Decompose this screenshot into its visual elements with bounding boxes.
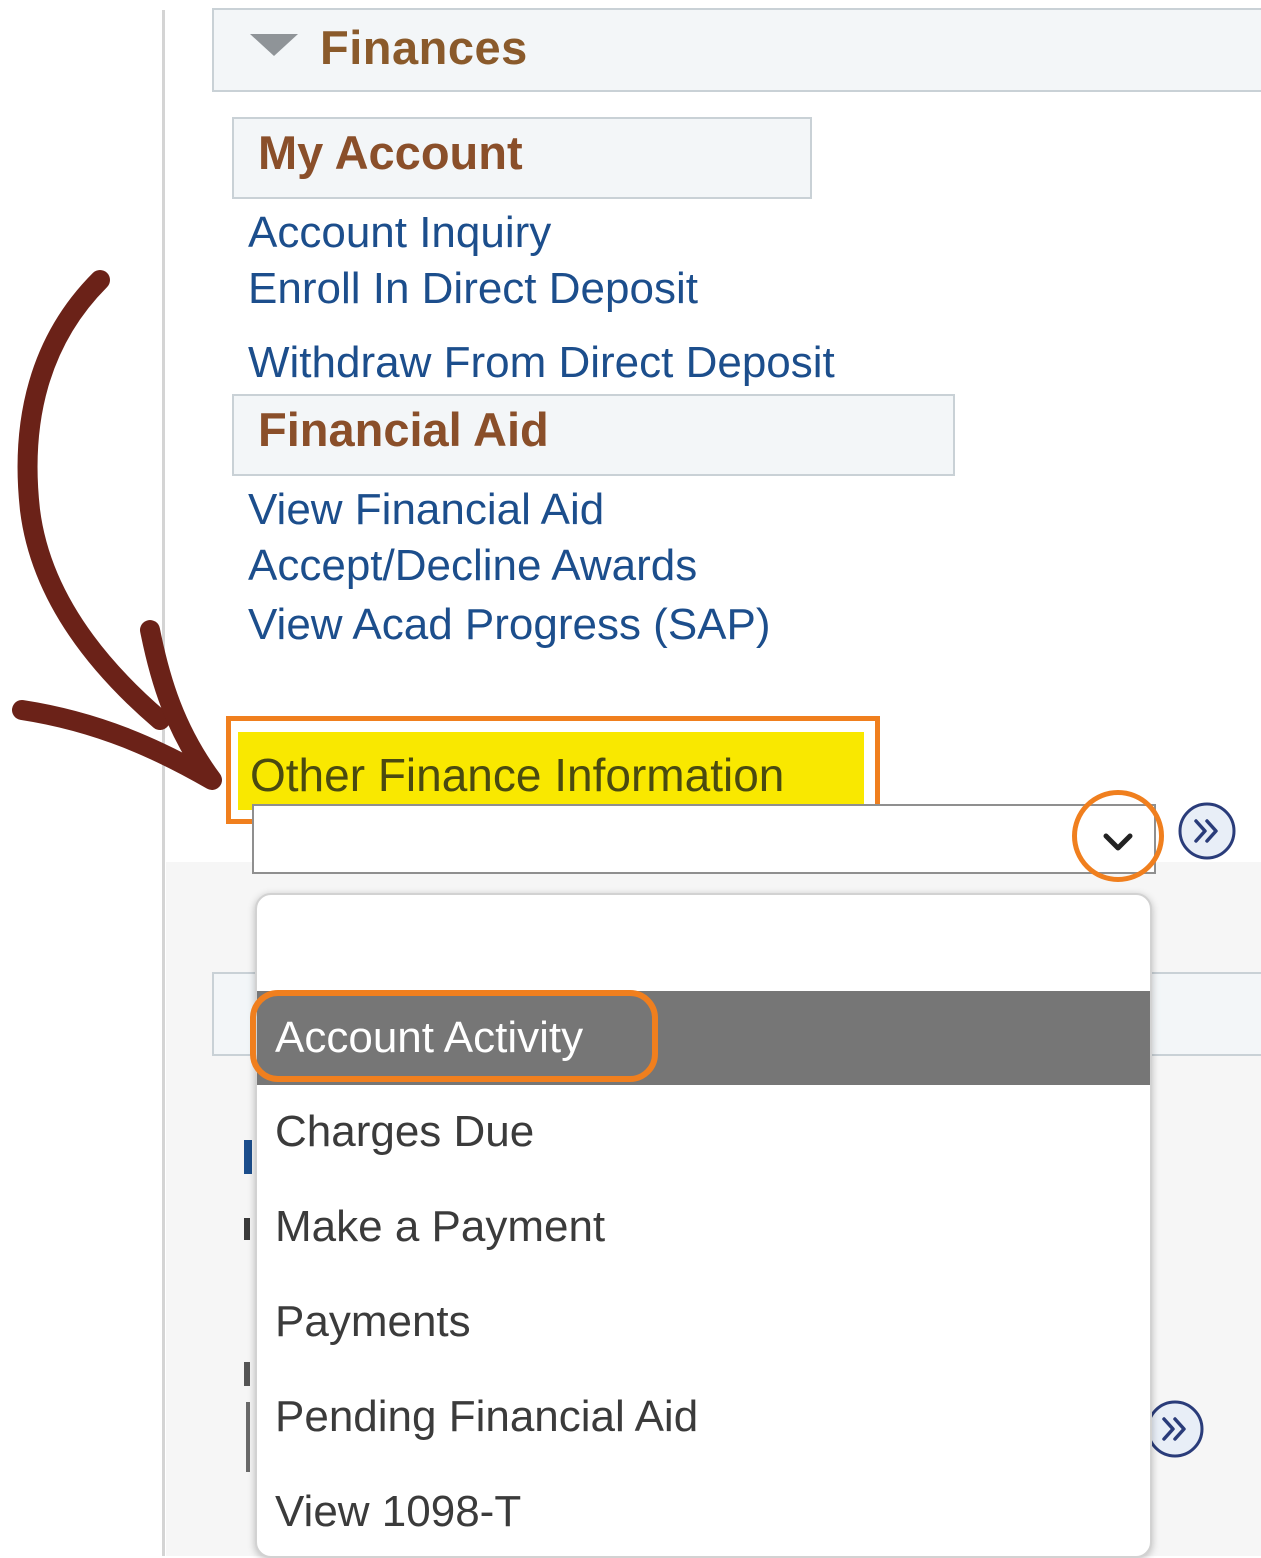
double-chevron-right-icon[interactable]	[1176, 800, 1238, 862]
my-account-title: My Account	[258, 126, 523, 179]
option-blank[interactable]	[257, 895, 1150, 989]
withdraw-direct-deposit-link[interactable]: Withdraw From Direct Deposit	[248, 338, 835, 388]
annotation-pill	[250, 990, 658, 1082]
view-acad-progress-link[interactable]: View Acad Progress (SAP)	[248, 600, 771, 650]
option-charges-due[interactable]: Charges Due	[257, 1085, 1150, 1179]
option-payments[interactable]: Payments	[257, 1275, 1150, 1369]
accept-decline-awards-link[interactable]: Accept/Decline Awards	[248, 541, 697, 591]
covered-select-edge	[246, 1402, 250, 1472]
covered-text-fragment	[244, 1362, 250, 1386]
financial-aid-header: Financial Aid	[232, 394, 955, 476]
double-chevron-right-icon[interactable]	[1144, 1398, 1206, 1460]
finances-title: Finances	[320, 21, 528, 74]
covered-text-fragment	[244, 1140, 252, 1174]
option-view-1098t[interactable]: View 1098-T	[257, 1465, 1150, 1556]
other-finance-select[interactable]	[252, 804, 1156, 874]
finances-section-header[interactable]: Finances	[212, 8, 1261, 92]
curved-arrow-icon	[12, 270, 222, 790]
option-pending-financial-aid[interactable]: Pending Financial Aid	[257, 1370, 1150, 1464]
annotation-circle	[1072, 790, 1164, 882]
view-financial-aid-link[interactable]: View Financial Aid	[248, 485, 604, 535]
enroll-direct-deposit-link[interactable]: Enroll In Direct Deposit	[248, 264, 698, 314]
account-inquiry-link[interactable]: Account Inquiry	[248, 208, 551, 258]
option-make-a-payment[interactable]: Make a Payment	[257, 1180, 1150, 1274]
triangle-down-icon[interactable]	[250, 34, 298, 56]
my-account-header: My Account	[232, 117, 812, 199]
financial-aid-title: Financial Aid	[258, 403, 549, 456]
covered-text-fragment	[244, 1218, 250, 1240]
